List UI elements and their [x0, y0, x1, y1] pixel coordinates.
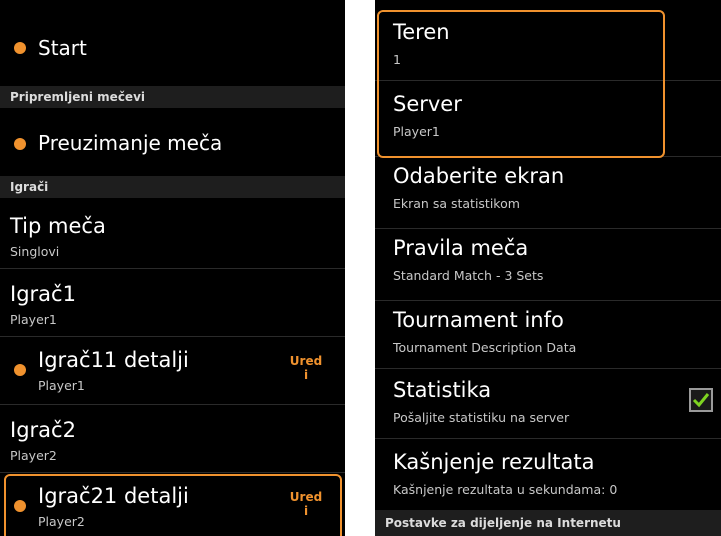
screen-value: Ekran sa statistikom: [393, 196, 520, 211]
orange-dot-icon: [14, 138, 26, 150]
tournament-title: Tournament info: [393, 308, 564, 332]
player1-value: Player1: [10, 312, 57, 327]
tournament-value: Tournament Description Data: [393, 340, 577, 355]
player2-title: Igrač2: [10, 418, 76, 442]
section-header-sharing: Postavke za dijeljenje na Internetu: [375, 510, 721, 536]
player2-value: Player2: [10, 448, 57, 463]
screen-title: Odaberite ekran: [393, 164, 565, 188]
section-players-label: Igrači: [10, 180, 49, 194]
player11-value: Player1: [38, 378, 85, 393]
start-item[interactable]: Start: [0, 0, 345, 87]
tournament-info-item[interactable]: Tournament info Tournament Description D…: [375, 300, 721, 369]
section-header-prepared: Pripremljeni mečevi: [0, 86, 345, 108]
match-type-value: Singlovi: [10, 244, 60, 259]
statistics-checkbox[interactable]: [689, 388, 713, 412]
score-delay-item[interactable]: Kašnjenje rezultata Kašnjenje rezultata …: [375, 438, 721, 511]
edit-button[interactable]: Uredi: [289, 354, 323, 382]
focus-highlight: [4, 474, 342, 536]
player1-title: Igrač1: [10, 282, 76, 306]
orange-dot-icon: [14, 42, 26, 54]
statistics-item[interactable]: Statistika Pošaljite statistiku na serve…: [375, 368, 721, 439]
player11-details-item[interactable]: Igrač11 detalji Player1 Uredi: [0, 336, 345, 405]
left-settings-panel: Start Pripremljeni mečevi Preuzimanje me…: [0, 0, 345, 536]
section-prepared-label: Pripremljeni mečevi: [10, 90, 146, 104]
statistics-title: Statistika: [393, 378, 492, 402]
delay-value: Kašnjenje rezultata u sekundama: 0: [393, 482, 618, 497]
screen-select-item[interactable]: Odaberite ekran Ekran sa statistikom: [375, 156, 721, 229]
checkmark-icon: [692, 393, 710, 408]
download-match-label: Preuzimanje meča: [38, 131, 223, 155]
section-sharing-label: Postavke za dijeljenje na Internetu: [385, 516, 621, 530]
rules-title: Pravila meča: [393, 236, 529, 260]
orange-dot-icon: [14, 364, 26, 376]
delay-title: Kašnjenje rezultata: [393, 450, 595, 474]
download-match-item[interactable]: Preuzimanje meča: [0, 108, 345, 177]
statistics-value: Pošaljite statistiku na server: [393, 410, 570, 425]
player11-title: Igrač11 detalji: [38, 348, 189, 372]
match-type-title: Tip meča: [10, 214, 106, 238]
rules-value: Standard Match - 3 Sets: [393, 268, 544, 283]
player1-item[interactable]: Igrač1 Player1: [0, 268, 345, 337]
match-rules-item[interactable]: Pravila meča Standard Match - 3 Sets: [375, 228, 721, 301]
focus-highlight: [377, 10, 665, 158]
player2-item[interactable]: Igrač2 Player2: [0, 404, 345, 473]
right-settings-panel: Teren 1 Server Player1 Odaberite ekran E…: [375, 0, 721, 536]
match-type-item[interactable]: Tip meča Singlovi: [0, 198, 345, 269]
section-header-players: Igrači: [0, 176, 345, 198]
start-label: Start: [38, 36, 87, 60]
